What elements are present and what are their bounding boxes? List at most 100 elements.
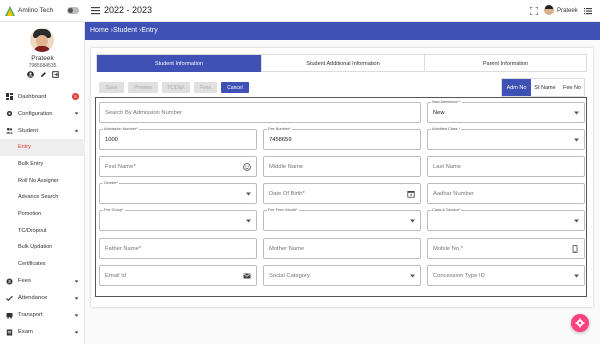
fees-icon: $ — [6, 278, 13, 284]
account-icon[interactable] — [27, 71, 34, 78]
email-field[interactable]: Email Id — [99, 265, 257, 286]
sidebar-subitem-bulk-updation[interactable]: Bulk Updation — [0, 239, 85, 256]
breadcrumb[interactable]: Home ›Student ›Entry — [90, 27, 158, 34]
fee-group-select[interactable]: Fee Group* — [99, 208, 257, 231]
tab-student-information[interactable]: Student Information — [97, 55, 261, 72]
search-admission-input[interactable]: Search By Admission Number — [99, 102, 421, 123]
sidebar-item-label: Fees — [18, 278, 31, 284]
social-category-select[interactable]: Social Category — [263, 265, 421, 286]
sidebar-subitem-entry[interactable]: Entry — [0, 139, 85, 156]
mobile-number-field[interactable]: Mobile No.* — [427, 238, 585, 259]
mother-name-field[interactable]: Mother Name — [263, 238, 421, 259]
sidebar-item-student[interactable]: Student — [0, 122, 85, 139]
tab-student-additional-information[interactable]: Student Additional Information — [262, 55, 424, 72]
sidebar-item-configuration[interactable]: Configuration — [0, 105, 85, 122]
sidebar-item-label: Attendance — [18, 295, 48, 301]
chevron-up-icon — [74, 129, 79, 132]
profile-name: Prateek — [31, 55, 54, 62]
aadhar-number-field[interactable]: Aadhar Number — [427, 183, 585, 204]
profile-phone: 7985684535 — [28, 63, 57, 69]
dropdown-arrow-icon — [574, 111, 579, 115]
sidebar-subitem-tc-dropout[interactable]: TC/Dropout — [0, 222, 85, 239]
theme-toggle[interactable] — [67, 7, 79, 14]
notification-badge: 5 — [72, 93, 79, 100]
search-mode-st-name[interactable]: St Name — [531, 79, 559, 96]
sidebar-item-dashboard[interactable]: Dashboard 5 — [0, 88, 85, 105]
settings-fab-button[interactable] — [571, 314, 589, 332]
chevron-down-icon — [74, 112, 79, 115]
sidebar-subitem-roll-no-assigner[interactable]: Roll No Assigner — [0, 172, 85, 189]
session-year[interactable]: 2022 - 2023 — [104, 5, 152, 15]
first-name-field[interactable]: First Name* — [99, 156, 257, 177]
exam-icon — [6, 329, 13, 335]
brand-name: Amlino Tech — [18, 7, 54, 14]
fee-number-field[interactable]: Fee Number* 7458659 — [263, 127, 421, 150]
class-section-select[interactable]: Class & Section* — [427, 208, 585, 231]
profile-avatar — [30, 28, 54, 52]
user-avatar[interactable] — [544, 5, 554, 15]
save-button[interactable]: Save — [99, 82, 124, 93]
dropdown-arrow-icon — [574, 274, 579, 278]
cancel-button[interactable]: Cancel — [221, 82, 249, 93]
dropdown-arrow-icon — [246, 219, 251, 223]
sidebar-subitem-certificates[interactable]: Certificates — [0, 256, 85, 273]
email-icon — [243, 273, 251, 279]
dropdown-arrow-icon — [410, 219, 415, 223]
menu-icon[interactable] — [91, 6, 100, 15]
sidebar-item-fees[interactable]: $ Fees — [0, 273, 85, 290]
gear-icon — [575, 318, 585, 328]
sidebar-item-label: Dashboard — [18, 93, 47, 100]
fee-from-month-select[interactable]: Fee From Month* — [263, 208, 421, 231]
admitted-class-select[interactable]: Admitted Class * — [427, 127, 585, 150]
chevron-down-icon — [74, 314, 79, 316]
sidebar-subitem-advance-search[interactable]: Advance Search — [0, 189, 85, 206]
fullscreen-icon[interactable] — [530, 7, 538, 15]
gender-select[interactable]: Gender* — [99, 181, 257, 204]
tab-parent-information[interactable]: Parent Information — [425, 55, 586, 72]
calendar-icon[interactable] — [407, 190, 415, 198]
admission-number-field[interactable]: Admission Number* 1000 — [99, 127, 257, 150]
sidebar-subitem-promotion[interactable]: Pomotion — [0, 206, 85, 223]
user-name[interactable]: Prateek — [557, 8, 578, 14]
sidebar-item-exam[interactable]: Exam — [0, 324, 85, 341]
chevron-down-icon — [74, 280, 79, 282]
preview-button[interactable]: Preview — [128, 82, 158, 93]
header-band — [85, 22, 600, 40]
sidebar-item-label: Configuration — [18, 110, 53, 117]
fees-button[interactable]: Fees — [194, 82, 217, 93]
search-mode-toggle: Adm No St Name Fee No — [501, 78, 585, 97]
sidebar-item-label: Student — [18, 127, 38, 134]
chevron-down-icon — [74, 331, 79, 333]
sidebar-subitem-bulk-entry[interactable]: Bulk Entry — [0, 156, 85, 173]
sidebar-item-attendance[interactable]: Attendance — [0, 290, 85, 307]
date-of-birth-field[interactable]: Date Of Birth* — [263, 183, 421, 204]
settings-icon — [6, 110, 13, 117]
edit-icon[interactable] — [40, 71, 47, 78]
logout-icon[interactable] — [52, 71, 59, 78]
father-name-field[interactable]: Father Name* — [99, 238, 257, 259]
search-mode-adm-no[interactable]: Adm No — [502, 79, 531, 96]
concession-type-select[interactable]: Concession Type ID — [427, 265, 585, 286]
logo-icon — [5, 6, 15, 16]
search-mode-fee-no[interactable]: Fee No — [559, 79, 585, 96]
new-admission-select[interactable]: New Admission * New — [427, 100, 585, 123]
dropdown-arrow-icon — [574, 219, 579, 223]
transport-icon — [6, 312, 13, 319]
form-tabs: Student Information Student Additional I… — [96, 54, 587, 72]
list-icon[interactable] — [584, 7, 592, 15]
people-icon — [6, 127, 13, 134]
sidebar-item-label: Exam — [18, 329, 33, 335]
tc-diploma-button[interactable]: TC/Dipl. — [162, 82, 190, 93]
phone-icon — [572, 245, 578, 253]
dashboard-icon — [6, 93, 13, 100]
sidebar-item-transport[interactable]: Transport — [0, 307, 85, 324]
sidebar-nav: Dashboard 5 Configuration Student Entry … — [0, 88, 85, 341]
attendance-icon — [6, 295, 13, 301]
chevron-down-icon — [74, 297, 79, 299]
middle-name-field[interactable]: Middle Name — [263, 156, 421, 177]
sidebar: Prateek 7985684535 Dashboard 5 Configura… — [0, 22, 85, 344]
profile-actions — [27, 71, 59, 79]
dropdown-arrow-icon — [246, 192, 251, 196]
emoji-icon[interactable] — [243, 163, 251, 171]
last-name-field[interactable]: Last Name — [427, 156, 585, 177]
